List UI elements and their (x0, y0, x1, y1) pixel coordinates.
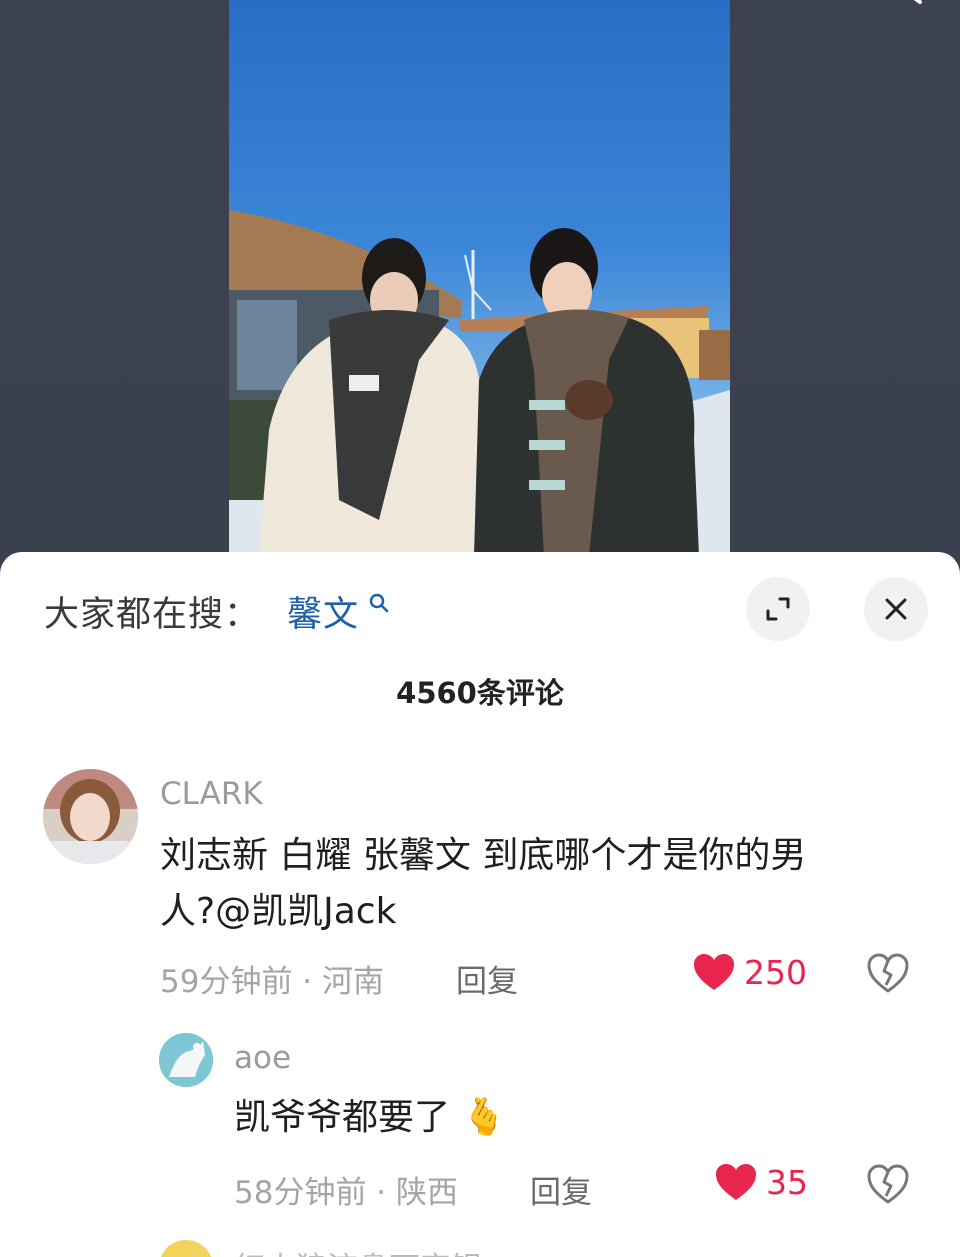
avatar-image (43, 769, 138, 864)
search-suggestion-keyword[interactable]: 馨文 (287, 586, 359, 637)
comment-text-line: 人?@凯凯Jack (160, 891, 397, 932)
expand-icon (766, 597, 790, 621)
close-button[interactable] (864, 577, 928, 641)
search-icon[interactable] (368, 592, 390, 614)
like-button[interactable]: 35 (714, 1162, 808, 1202)
comment-meta: 59分钟前 · 河南 (160, 964, 385, 1000)
comment-meta: 58分钟前 · 陕西 (234, 1175, 459, 1211)
search-suggestion-prompt: 大家都在搜： (44, 595, 261, 635)
close-icon (885, 598, 907, 620)
comment-username[interactable]: CLARK (160, 776, 263, 812)
comment-text: 凯爷爷都要了 🫰 (234, 1090, 506, 1146)
comment-text-line: 凯爷爷都要了 (234, 1097, 451, 1138)
broken-heart-icon[interactable] (866, 951, 910, 995)
like-count: 250 (744, 952, 807, 992)
reply-button[interactable]: 回复 (456, 956, 518, 1001)
comment-username[interactable]: aoe (234, 1040, 291, 1076)
comment-text: 刘志新 白耀 张馨文 到底哪个才是你的男 人?@凯凯Jack (160, 828, 900, 940)
broken-heart-icon[interactable] (866, 1162, 910, 1206)
video-player[interactable] (229, 0, 730, 556)
heart-icon (716, 1164, 756, 1200)
like-button[interactable]: 250 (692, 952, 807, 992)
avatar[interactable] (43, 769, 138, 864)
comment-text-line: 刘志新 白耀 张馨文 到底哪个才是你的男 (160, 835, 807, 876)
heart-icon (694, 954, 734, 990)
top-search-icon[interactable] (900, 0, 926, 6)
like-count: 35 (766, 1162, 808, 1202)
comment-username[interactable]: 红太狼流鼻下字银 (234, 1243, 482, 1257)
avatar-image (159, 1033, 213, 1087)
expand-button[interactable] (746, 577, 810, 641)
video-still-image (229, 0, 730, 556)
finger-heart-emoji: 🫰 (461, 1097, 507, 1138)
avatar[interactable] (159, 1033, 213, 1087)
comment-count: 4560条评论 (396, 676, 564, 710)
reply-button[interactable]: 回复 (530, 1167, 592, 1212)
